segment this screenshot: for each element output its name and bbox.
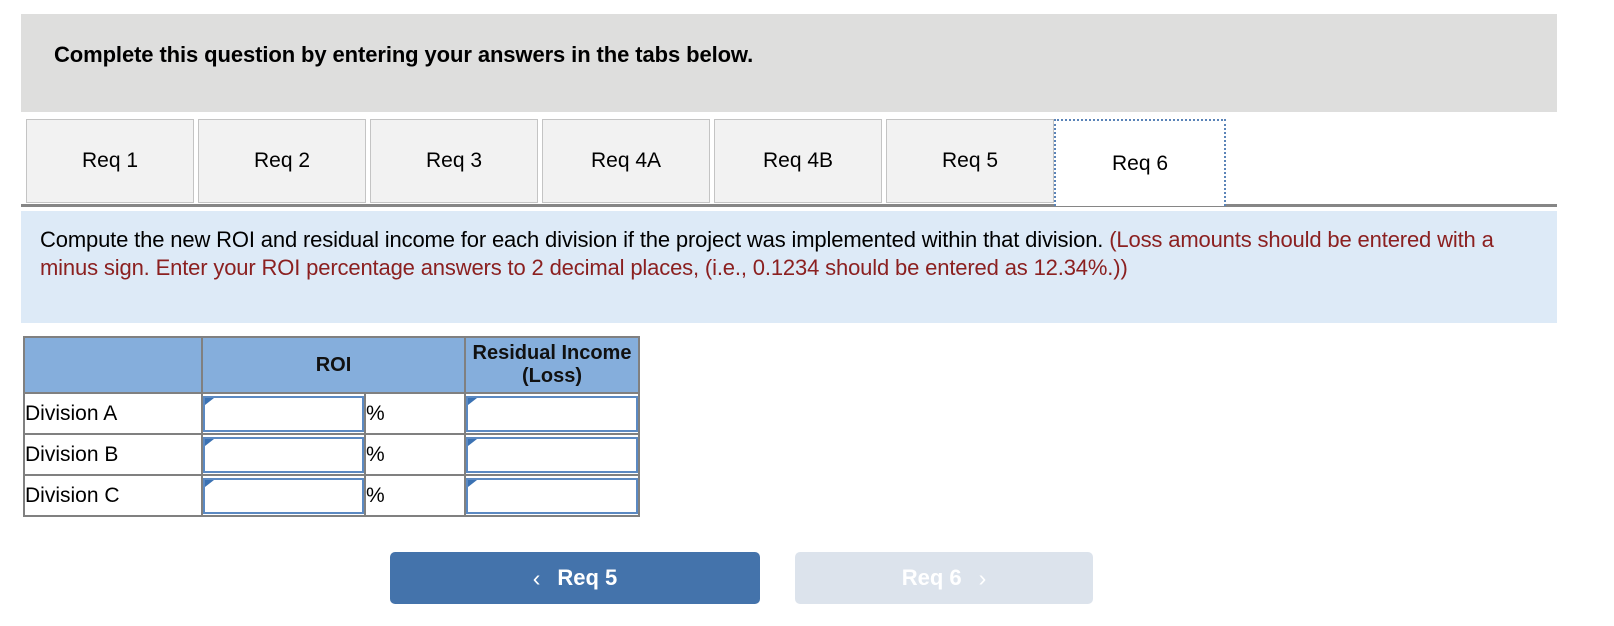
tab-req-6[interactable]: Req 6 — [1054, 119, 1226, 206]
header-roi: ROI — [201, 336, 466, 394]
tab-req-1[interactable]: Req 1 — [26, 119, 194, 203]
tab-label: Req 6 — [1111, 151, 1169, 175]
input-wrapper — [203, 436, 364, 473]
question-header-bar: Complete this question by entering your … — [21, 14, 1557, 112]
header-residual-income: Residual Income (Loss) — [464, 336, 640, 394]
requirement-navigation: ‹ Req 5 Req 6 › — [0, 552, 1614, 614]
requirement-tabs: Req 1 Req 2 Req 3 Req 4A Req 4B Req 5 Re… — [0, 119, 1614, 207]
chevron-left-icon: ‹ — [532, 564, 541, 591]
previous-requirement-button[interactable]: ‹ Req 5 — [390, 552, 760, 604]
tab-label: Req 3 — [425, 149, 483, 172]
next-requirement-label: Req 6 — [901, 565, 962, 590]
row-label-division-c: Division C — [23, 474, 203, 517]
percent-symbol-division-c: % — [364, 474, 466, 517]
table-row: Division A % — [23, 392, 640, 435]
residual-income-input-cell-division-b — [464, 433, 640, 476]
tab-label: Req 4A — [590, 149, 662, 172]
roi-input-division-a[interactable] — [203, 395, 364, 432]
requirement-panel: Compute the new ROI and residual income … — [21, 211, 1557, 323]
row-label-division-a: Division A — [23, 392, 203, 435]
tab-req-4b[interactable]: Req 4B — [714, 119, 882, 203]
chevron-right-icon: › — [978, 564, 987, 591]
residual-income-input-cell-division-c — [464, 474, 640, 517]
tab-label: Req 2 — [253, 149, 311, 172]
residual-income-input-cell-division-a — [464, 392, 640, 435]
table-row: Division B % — [23, 433, 640, 476]
residual-income-input-division-a[interactable] — [466, 395, 638, 432]
next-requirement-button[interactable]: Req 6 › — [795, 552, 1093, 604]
question-header-instruction: Complete this question by entering your … — [54, 42, 754, 67]
input-wrapper — [203, 395, 364, 432]
roi-input-cell-division-c — [201, 474, 366, 517]
tab-req-3[interactable]: Req 3 — [370, 119, 538, 203]
tab-label: Req 1 — [81, 149, 139, 172]
tab-label: Req 4B — [762, 149, 834, 172]
roi-input-division-b[interactable] — [203, 436, 364, 473]
tab-label: Req 5 — [941, 149, 999, 172]
input-wrapper — [466, 436, 638, 473]
row-label-division-b: Division B — [23, 433, 203, 476]
question-page: Complete this question by entering your … — [0, 0, 1614, 626]
tab-req-4a[interactable]: Req 4A — [542, 119, 710, 203]
tabstrip-baseline — [21, 204, 1557, 207]
residual-income-input-division-b[interactable] — [466, 436, 638, 473]
roi-input-cell-division-b — [201, 433, 366, 476]
requirement-prompt: Compute the new ROI and residual income … — [40, 227, 1110, 252]
header-blank — [23, 336, 203, 394]
table-header-row: ROI Residual Income (Loss) — [23, 336, 640, 394]
tab-req-2[interactable]: Req 2 — [198, 119, 366, 203]
previous-requirement-label: Req 5 — [557, 565, 618, 590]
roi-input-cell-division-a — [201, 392, 366, 435]
percent-symbol-division-a: % — [364, 392, 466, 435]
requirement-text: Compute the new ROI and residual income … — [40, 226, 1540, 282]
answer-table: ROI Residual Income (Loss) Division A % — [23, 336, 640, 517]
input-wrapper — [466, 477, 638, 514]
input-wrapper — [466, 395, 638, 432]
roi-input-division-c[interactable] — [203, 477, 364, 514]
residual-income-input-division-c[interactable] — [466, 477, 638, 514]
input-wrapper — [203, 477, 364, 514]
table-row: Division C % — [23, 474, 640, 517]
percent-symbol-division-b: % — [364, 433, 466, 476]
tab-req-5[interactable]: Req 5 — [886, 119, 1054, 203]
